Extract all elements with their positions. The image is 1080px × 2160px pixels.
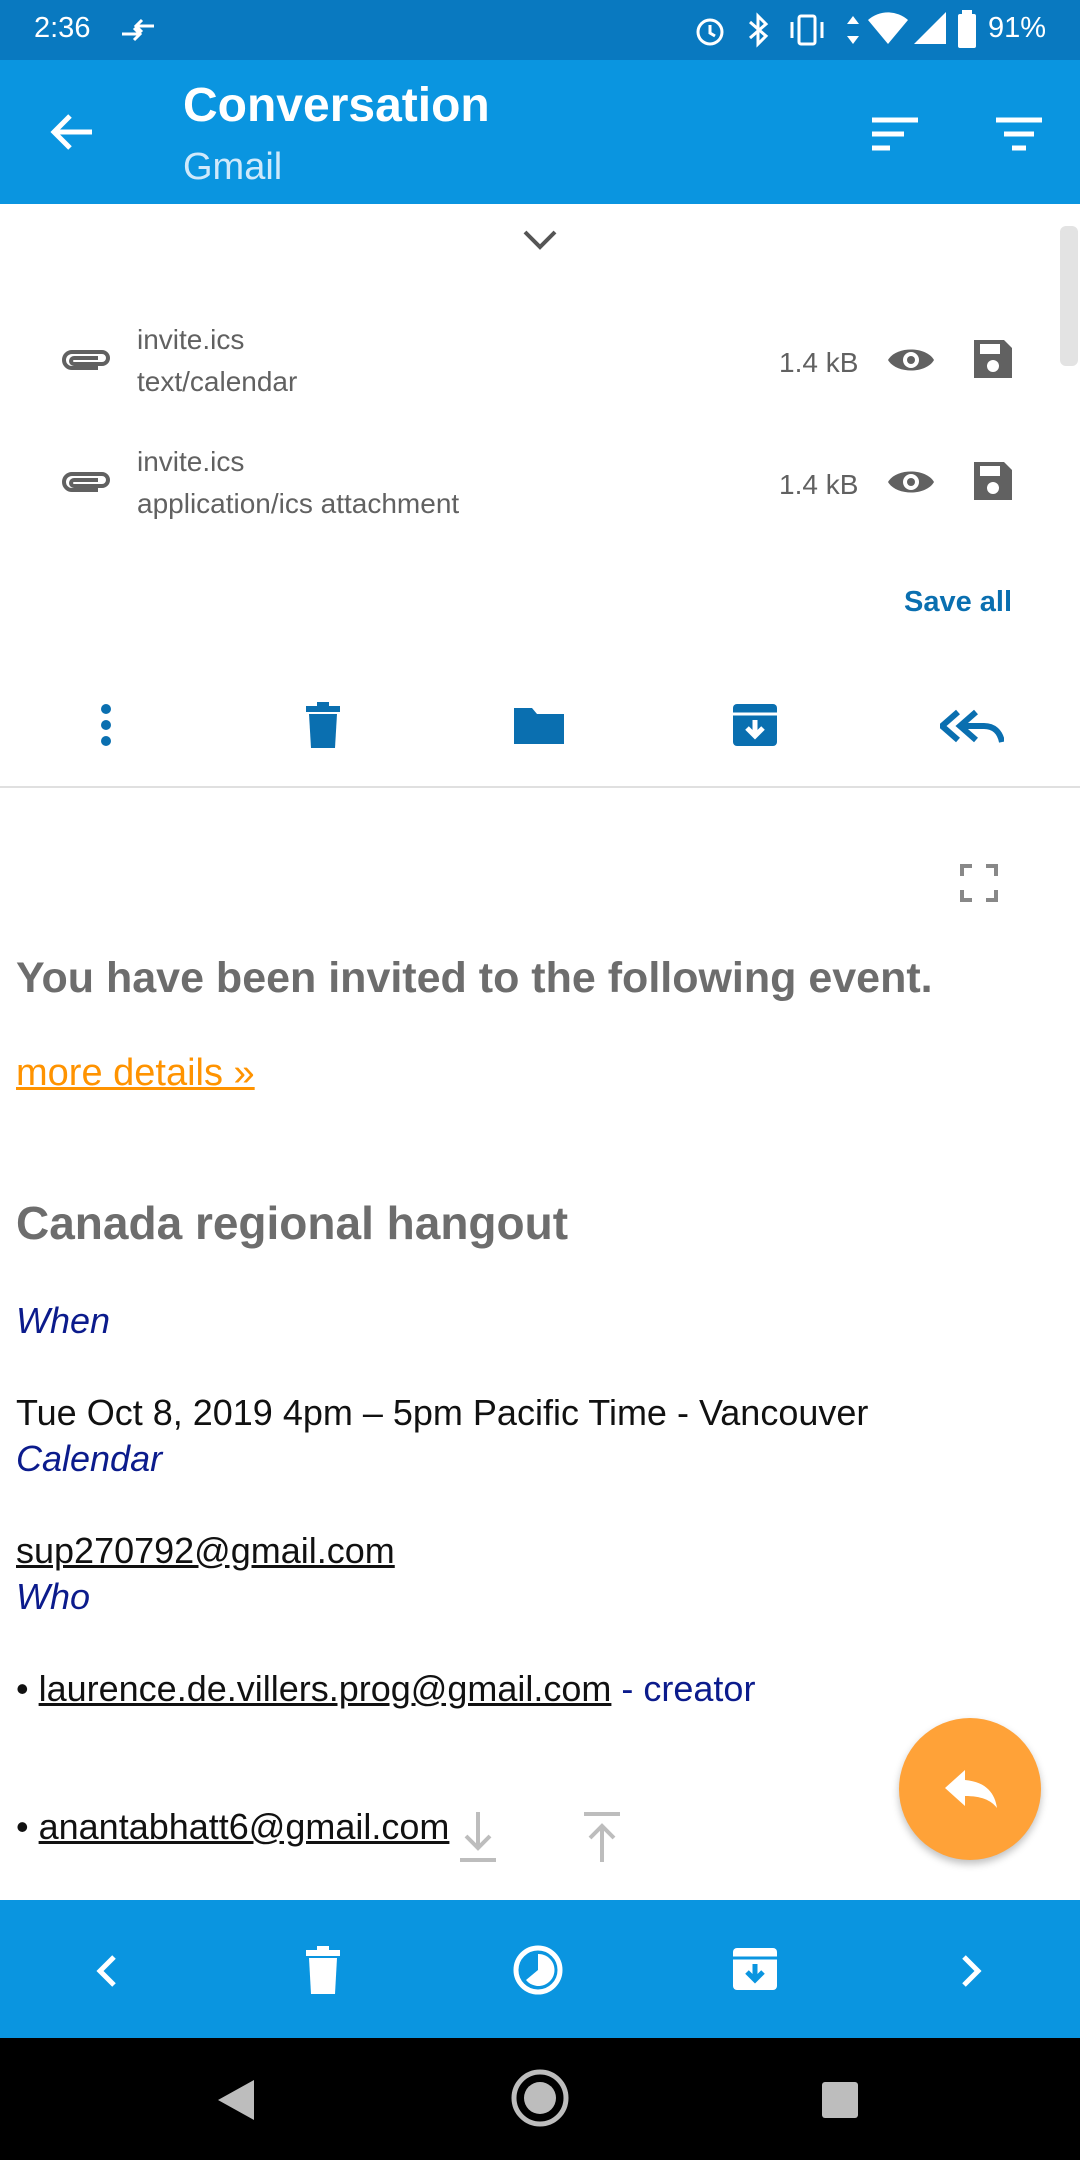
app-bar-title: Conversation [183, 79, 490, 132]
status-time: 2:36 [34, 12, 91, 44]
when-value: Tue Oct 8, 2019 4pm – 5pm Pacific Time -… [16, 1392, 869, 1433]
wifi-icon [868, 12, 908, 44]
vibrate-icon [790, 14, 824, 46]
data-arrows-icon [847, 16, 859, 44]
folder-icon[interactable] [512, 704, 566, 746]
signal-icon [914, 12, 946, 44]
sort-icon[interactable] [870, 116, 920, 152]
attendee-item: • laurence.de.villers.prog@gmail.com - c… [16, 1668, 756, 1709]
attachment-type: text/calendar [137, 366, 298, 397]
snooze-icon[interactable] [512, 1944, 564, 1996]
battery-percent: 91% [987, 12, 1046, 44]
save-icon[interactable] [972, 338, 1014, 380]
attendee-email-link[interactable]: anantabhatt6@gmail.com [39, 1806, 450, 1847]
save-all-button[interactable]: Save all [904, 586, 1012, 619]
calendar-email-link[interactable]: sup270792@gmail.com [16, 1530, 395, 1572]
status-bar: 2:36 91% [0, 0, 1080, 60]
reply-fab[interactable] [899, 1718, 1041, 1860]
divider [0, 786, 1080, 788]
fullscreen-icon[interactable] [960, 864, 998, 902]
data-transfer-icon [122, 18, 154, 42]
attachment-size: 1.4 kB [779, 469, 859, 500]
chevron-down-icon[interactable] [522, 228, 558, 252]
app-bar: Conversation Gmail [0, 60, 1080, 204]
attachment-size: 1.4 kB [779, 347, 859, 378]
battery-icon [958, 10, 976, 48]
attachment-name: invite.ics [137, 446, 245, 477]
more-details-link[interactable]: more details » [16, 1052, 255, 1095]
paperclip-icon [62, 350, 110, 370]
archive-icon[interactable] [731, 1946, 779, 1992]
eye-icon[interactable] [886, 342, 936, 378]
attendee-role: - creator [611, 1668, 756, 1709]
who-label: Who [16, 1576, 91, 1617]
app-bar-subtitle: Gmail [183, 146, 283, 188]
system-nav-bar [0, 2038, 1080, 2160]
next-icon[interactable] [960, 1954, 982, 1988]
bluetooth-icon [749, 12, 769, 48]
attachment-type: application/ics attachment [137, 488, 460, 519]
nav-recents-icon[interactable] [820, 2080, 860, 2120]
attendee-email-link[interactable]: laurence.de.villers.prog@gmail.com [39, 1668, 612, 1709]
calendar-label: Calendar [16, 1438, 163, 1479]
reply-icon [945, 1770, 997, 1808]
bottom-action-bar [0, 1900, 1080, 2038]
nav-home-icon[interactable] [510, 2068, 570, 2128]
delete-icon[interactable] [306, 702, 340, 748]
previous-icon[interactable] [96, 1954, 118, 1988]
eye-icon[interactable] [886, 464, 936, 500]
archive-icon[interactable] [731, 702, 779, 748]
when-label: When [16, 1300, 111, 1341]
nav-back-icon[interactable] [216, 2078, 256, 2122]
reply-all-icon[interactable] [940, 708, 1004, 744]
filter-icon[interactable] [994, 116, 1044, 152]
scrollbar[interactable] [1060, 226, 1078, 366]
alarm-icon [696, 18, 724, 46]
back-arrow-icon[interactable] [48, 112, 94, 152]
attachment-name: invite.ics [137, 324, 245, 355]
more-vert-icon[interactable] [100, 704, 112, 746]
delete-icon[interactable] [306, 1946, 340, 1994]
paperclip-icon [62, 472, 110, 492]
attendee-item: • anantabhatt6@gmail.com [16, 1806, 450, 1847]
scroll-to-bottom-icon[interactable] [458, 1810, 498, 1864]
event-title: Canada regional hangout [16, 1197, 569, 1249]
invite-heading: You have been invited to the following e… [16, 954, 933, 1002]
scroll-to-top-icon[interactable] [582, 1810, 622, 1864]
save-icon[interactable] [972, 460, 1014, 502]
